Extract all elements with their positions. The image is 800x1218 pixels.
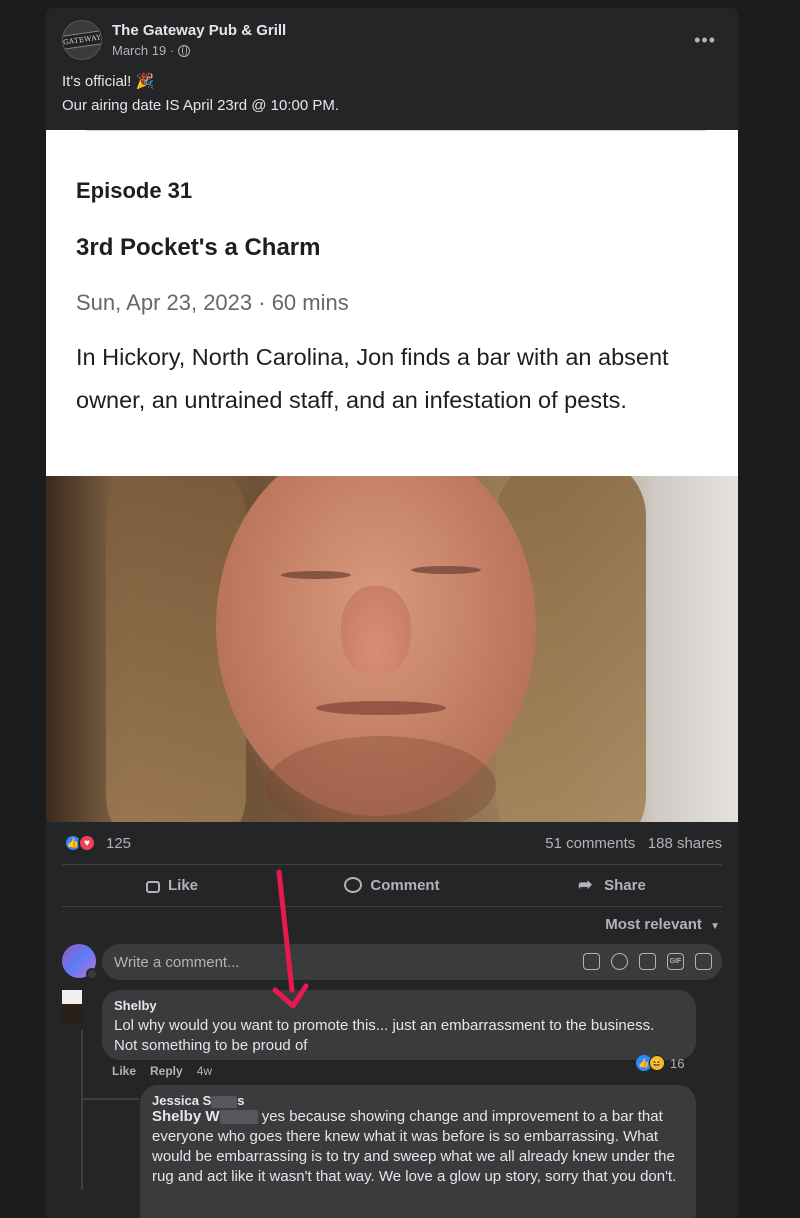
divider bbox=[62, 906, 722, 907]
comment-text-line: Not something to be proud of bbox=[114, 1037, 308, 1054]
love-reaction-icon: ♥ bbox=[78, 834, 96, 852]
episode-number: Episode 31 bbox=[76, 178, 193, 203]
episode-description: In Hickory, North Carolina, Jon finds a … bbox=[76, 344, 669, 413]
comment-icon bbox=[344, 877, 363, 893]
comment-bubble: Shelby Lol why would you want to promote… bbox=[102, 990, 696, 1060]
reply-text: Shelby W yes because showing change and … bbox=[152, 1107, 688, 1187]
post-text-line: It's official! 🎉 bbox=[62, 73, 155, 90]
camera-icon[interactable] bbox=[639, 953, 656, 970]
page-avatar[interactable]: GATEWAY bbox=[62, 20, 102, 60]
comment-reaction-count: 16 bbox=[670, 1055, 685, 1071]
avatar-badge bbox=[86, 968, 98, 980]
post-text: It's official! 🎉 Our airing date IS Apri… bbox=[62, 70, 339, 118]
commenter-avatar[interactable] bbox=[62, 990, 82, 1024]
reply-bubble: Jessica Ss Shelby W yes because showing … bbox=[140, 1085, 696, 1218]
episode-meta: Sun, Apr 23, 2023 · 60 mins bbox=[76, 290, 349, 315]
comment-filter-dropdown[interactable]: Most relevant ▼ bbox=[605, 916, 720, 933]
comment-time[interactable]: 4w bbox=[197, 1064, 212, 1078]
share-button[interactable]: ➦ Share bbox=[502, 870, 722, 900]
comment-label: Comment bbox=[370, 876, 440, 894]
redacted-block bbox=[211, 1095, 238, 1108]
action-bar: Like Comment ➦ Share bbox=[62, 870, 722, 900]
post-card: GATEWAY The Gateway Pub & Grill March 19… bbox=[46, 8, 738, 1218]
comments-shares-count[interactable]: 51 comments 188 shares bbox=[545, 835, 722, 852]
post-text-line: Our airing date IS April 23rd @ 10:00 PM… bbox=[62, 97, 340, 114]
post-header: GATEWAY The Gateway Pub & Grill March 19… bbox=[62, 20, 722, 62]
comment-button[interactable]: Comment bbox=[282, 870, 502, 900]
episode-title: 3rd Pocket's a Charm bbox=[76, 234, 321, 261]
like-label: Like bbox=[167, 876, 198, 894]
comment-like-button[interactable]: Like bbox=[112, 1064, 136, 1078]
episode-screenshot[interactable]: Episode 31 3rd Pocket's a Charm Sun, Apr… bbox=[46, 130, 738, 476]
gif-icon[interactable]: GIF bbox=[667, 953, 684, 970]
comment-author[interactable]: Shelby bbox=[114, 998, 157, 1013]
comment-reply-button[interactable]: Reply bbox=[150, 1064, 183, 1078]
divider bbox=[86, 130, 706, 131]
more-options-icon[interactable]: ••• bbox=[694, 30, 716, 51]
comment-actions: Like Reply 4w bbox=[112, 1064, 212, 1078]
globe-icon bbox=[178, 44, 191, 57]
reply-author[interactable]: Jessica Ss bbox=[152, 1093, 245, 1108]
post-meta: March 19 · bbox=[112, 43, 191, 58]
reaction-icons[interactable]: 👍 ♥ bbox=[64, 834, 96, 852]
comment-reactions[interactable]: 👍 😆 16 bbox=[636, 1054, 684, 1072]
post-date[interactable]: March 19 · bbox=[112, 43, 174, 58]
share-label: Share bbox=[604, 876, 646, 894]
comment-composer[interactable]: GIF bbox=[102, 944, 722, 980]
chevron-down-icon: ▼ bbox=[710, 921, 720, 932]
comment-text-line: Lol why would you want to promote this..… bbox=[114, 1017, 655, 1034]
user-avatar[interactable] bbox=[62, 944, 98, 980]
post-photo[interactable] bbox=[46, 476, 738, 822]
sticker-icon[interactable] bbox=[695, 953, 712, 970]
thread-line bbox=[81, 1030, 83, 1190]
like-button[interactable]: Like bbox=[62, 870, 282, 900]
comment-filter-label: Most relevant bbox=[605, 916, 702, 933]
composer-icons: GIF bbox=[583, 953, 712, 970]
haha-reaction-icon: 😆 bbox=[649, 1055, 665, 1071]
comment-input[interactable] bbox=[114, 944, 554, 980]
emoji-icon[interactable] bbox=[611, 953, 628, 970]
avatar-sticker-icon[interactable] bbox=[583, 953, 600, 970]
share-icon: ➦ bbox=[578, 875, 593, 894]
page-name[interactable]: The Gateway Pub & Grill bbox=[112, 22, 286, 39]
thread-line bbox=[81, 1098, 139, 1100]
thumbs-up-icon bbox=[145, 881, 160, 893]
reaction-count[interactable]: 125 bbox=[106, 835, 131, 852]
divider bbox=[62, 864, 722, 865]
comment-text: Lol why would you want to promote this..… bbox=[114, 1016, 654, 1056]
mention-link[interactable]: Shelby W bbox=[152, 1108, 220, 1125]
redacted-block bbox=[219, 1110, 258, 1125]
page-logo: GATEWAY bbox=[63, 29, 101, 51]
reactions-summary: 👍 ♥ 125 51 comments 188 shares bbox=[62, 834, 722, 856]
